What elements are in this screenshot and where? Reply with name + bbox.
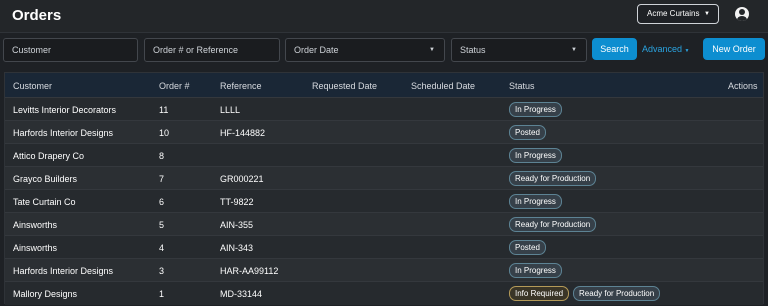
status-badge: In Progress (509, 263, 562, 278)
company-selector[interactable]: Acme Curtains ▼ (637, 4, 719, 24)
status-badges: Ready for Production (509, 171, 600, 186)
caret-down-icon: ▼ (571, 47, 577, 53)
status-badge: Ready for Production (573, 286, 661, 301)
order-date-label: Order Date (294, 45, 339, 55)
status-badge: In Progress (509, 102, 562, 117)
status-badges: In Progress (509, 263, 566, 278)
order-number-cell: 5 (159, 220, 165, 230)
user-circle-icon[interactable] (735, 7, 749, 21)
status-badge: Ready for Production (509, 171, 597, 186)
order-number-cell: 11 (159, 105, 169, 115)
customer-cell: Ainsworths (13, 243, 58, 253)
column-header-actions: Actions (728, 81, 758, 91)
order-reference-input[interactable] (144, 38, 280, 62)
customer-cell: Levitts Interior Decorators (13, 105, 117, 115)
reference-cell: AIN-343 (220, 243, 254, 253)
company-name: Acme Curtains (647, 9, 700, 18)
table-row[interactable]: Ainsworths 5 AIN-355 Ready for Production (5, 212, 763, 236)
orders-table: Customer Order # Reference Requested Dat… (4, 72, 764, 305)
column-header-customer[interactable]: Customer (13, 81, 52, 91)
customer-cell: Grayco Builders (13, 174, 78, 184)
new-order-button[interactable]: New Order (703, 38, 765, 60)
table-row[interactable]: Harfords Interior Designs 10 HF-144882 Post… (5, 120, 763, 144)
order-number-cell: 3 (159, 266, 165, 276)
reference-cell: LLLL (220, 105, 241, 115)
order-number-cell: 6 (159, 197, 165, 207)
status-badge: Ready for Production (509, 217, 597, 232)
column-header-status[interactable]: Status (509, 81, 535, 91)
order-date-select[interactable]: Order Date ▼ (285, 38, 445, 62)
customer-cell: Harfords Interior Designs (13, 266, 114, 276)
order-number-cell: 8 (159, 151, 165, 161)
table-row[interactable]: Attico Drapery Co 8 In Progress (5, 143, 763, 167)
status-badge: Posted (509, 125, 546, 140)
customer-cell: Attico Drapery Co (13, 151, 85, 161)
status-badges: Ready for Production (509, 217, 600, 232)
status-badges: In Progress (509, 102, 566, 117)
customer-cell: Ainsworths (13, 220, 58, 230)
caret-down-icon: ▼ (704, 11, 710, 17)
order-number-cell: 4 (159, 243, 165, 253)
order-number-cell: 1 (159, 289, 165, 299)
reference-cell: GR000221 (220, 174, 264, 184)
table-row[interactable]: Grayco Builders 7 GR000221 Ready for Produc… (5, 166, 763, 190)
order-number-cell: 10 (159, 128, 170, 138)
filter-bar: Order Date ▼ Status ▼ Search Advanced ▼ … (0, 38, 768, 62)
customer-cell: Harfords Interior Designs (13, 128, 114, 138)
table-header: Customer Order # Reference Requested Dat… (5, 73, 763, 97)
status-label: Status (460, 45, 486, 55)
customer-search-input[interactable] (3, 38, 138, 62)
column-header-order-number[interactable]: Order # (159, 81, 190, 91)
status-badges: In Progress (509, 194, 566, 209)
status-badges: Posted (509, 125, 550, 140)
reference-cell: HF-144882 (220, 128, 266, 138)
status-badge: Posted (509, 240, 546, 255)
status-badges: In Progress (509, 148, 566, 163)
reference-cell: TT-9822 (220, 197, 254, 207)
page-title: Orders (12, 7, 62, 24)
status-badges: Posted (509, 240, 550, 255)
caret-down-icon: ▼ (429, 47, 435, 53)
table-row[interactable]: Harfords Interior Designs 3 HAR-AA99112 In … (5, 258, 763, 282)
table-row[interactable]: Tate Curtain Co 6 TT-9822 In Progress (5, 189, 763, 213)
table-row[interactable]: Levitts Interior Decorators 11 LLLL In Prog… (5, 97, 763, 121)
table-row[interactable]: Mallory Designs 1 MD-33144 Info Required Rea… (5, 281, 763, 305)
customer-cell: Tate Curtain Co (13, 197, 76, 207)
status-badge: Info Required (509, 286, 570, 301)
reference-cell: MD-33144 (220, 289, 263, 299)
column-header-requested-date[interactable]: Requested Date (312, 81, 377, 91)
status-badge: In Progress (509, 194, 562, 209)
status-select[interactable]: Status ▼ (451, 38, 587, 62)
top-bar: Orders Acme Curtains ▼ (0, 0, 768, 33)
table-row[interactable]: Ainsworths 4 AIN-343 Posted (5, 235, 763, 259)
column-header-reference[interactable]: Reference (220, 81, 262, 91)
reference-cell: HAR-AA99112 (220, 266, 279, 276)
reference-cell: AIN-355 (220, 220, 254, 230)
column-header-scheduled-date[interactable]: Scheduled Date (411, 81, 475, 91)
status-badges: Info Required Ready for Production (509, 286, 664, 301)
advanced-label: Advanced (642, 44, 683, 54)
customer-cell: Mallory Designs (13, 289, 78, 299)
status-badge: In Progress (509, 148, 562, 163)
search-button[interactable]: Search (592, 38, 637, 60)
caret-down-icon: ▼ (684, 48, 690, 54)
advanced-filters-link[interactable]: Advanced ▼ (642, 44, 690, 54)
order-number-cell: 7 (159, 174, 165, 184)
